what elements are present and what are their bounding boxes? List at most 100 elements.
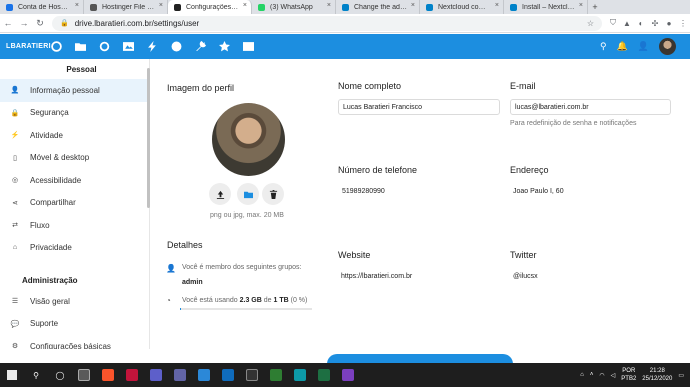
sidebar-item[interactable]: ⚡ Atividade	[0, 124, 149, 147]
sidebar-item-label: Segurança	[30, 108, 69, 118]
task-view-icon[interactable]: ◯	[48, 363, 72, 387]
sidebar-item-label: Atividade	[30, 130, 63, 140]
address-bar[interactable]: 🔒 drive.lbaratieri.com.br/settings/user …	[52, 15, 602, 31]
contacts-menu-icon[interactable]: 👤	[638, 41, 649, 52]
tab-title: Conta de Hospedagem	[18, 3, 71, 11]
browser-tab[interactable]: Conta de Hospedagem ×	[0, 0, 84, 14]
sidebar-item[interactable]: ▯ Móvel & desktop	[0, 147, 149, 170]
app-icon-blue[interactable]	[192, 363, 216, 387]
phone-value[interactable]: 51989280990	[342, 188, 385, 195]
close-tab-icon[interactable]: ×	[495, 2, 499, 9]
address-value[interactable]: Joao Paulo I, 60	[513, 188, 564, 195]
twitter-value[interactable]: @ilucsx	[513, 273, 538, 280]
sidebar-item-label: Visão geral	[30, 296, 70, 306]
app-icon-dark[interactable]	[240, 363, 264, 387]
choose-from-files-button[interactable]	[237, 183, 259, 205]
sidebar-item-label: Compartilhar	[30, 198, 76, 208]
tab-favicon-icon	[342, 4, 349, 11]
excel-icon[interactable]	[312, 363, 336, 387]
files-icon[interactable]	[68, 34, 92, 59]
contacts-icon[interactable]	[236, 34, 260, 59]
search-icon[interactable]: ⚲	[24, 363, 48, 387]
app-icon-green[interactable]	[264, 363, 288, 387]
browser-tab[interactable]: Hostinger File Manager ×	[84, 0, 168, 14]
browser-tab[interactable]: Change the address of ×	[336, 0, 420, 14]
file-explorer-icon[interactable]	[72, 363, 96, 387]
sidebar-item[interactable]: 💬 Suporte	[0, 313, 149, 336]
upload-picture-button[interactable]	[209, 183, 231, 205]
teams-icon[interactable]	[168, 363, 192, 387]
reload-icon[interactable]: ↻	[32, 18, 48, 29]
remove-picture-button[interactable]	[262, 183, 284, 205]
app-icon-purple-2[interactable]	[336, 363, 360, 387]
brave-icon[interactable]	[96, 363, 120, 387]
user-avatar[interactable]	[659, 38, 676, 55]
triangle-extension-icon[interactable]: ▲	[620, 19, 634, 28]
sidebar-item[interactable]: ◎ Acessibilidade	[0, 169, 149, 192]
sidebar-scrollbar[interactable]	[147, 68, 150, 208]
search-icon[interactable]: ⚲	[600, 41, 607, 52]
app-icon-purple[interactable]	[144, 363, 168, 387]
accessibility-icon: ◎	[11, 177, 19, 185]
admin-heading: Administração	[22, 275, 78, 285]
sidebar-item[interactable]: ⇄ Fluxo	[0, 214, 149, 237]
app-icon-red[interactable]	[120, 363, 144, 387]
new-tab-icon[interactable]: +	[588, 0, 602, 14]
email-input[interactable]: lucas@lbaratieri.com.br	[510, 99, 671, 115]
volume-icon[interactable]: ◁	[611, 372, 616, 379]
menu-icon[interactable]: ⋮	[676, 19, 690, 28]
logo[interactable]: LBARATIERI	[0, 43, 51, 50]
browser-tab[interactable]: Configurações - drive ×	[168, 0, 252, 14]
sidebar-item[interactable]: 🔒 Segurança	[0, 102, 149, 125]
sidebar-item[interactable]: ⌂ Privacidade	[0, 237, 149, 260]
windows-start-icon[interactable]	[0, 363, 24, 387]
website-value[interactable]: https://lbaratieri.com.br	[341, 273, 412, 280]
close-tab-icon[interactable]: ×	[159, 2, 163, 9]
talk-icon[interactable]	[92, 34, 116, 59]
tab-favicon-icon	[258, 4, 265, 11]
activity-icon[interactable]	[140, 34, 164, 59]
settings-content: Imagem do perfil png ou jpg, max. 20 MB …	[151, 59, 690, 370]
sidebar-item-label: Móvel & desktop	[30, 153, 90, 163]
details-label: Detalhes	[167, 240, 203, 250]
puzzle-icon[interactable]: ✣	[648, 19, 662, 28]
close-tab-icon[interactable]: ×	[579, 2, 583, 9]
sidebar-item[interactable]: ⋖ Compartilhar	[0, 192, 149, 215]
url-text: drive.lbaratieri.com.br/settings/user	[74, 18, 200, 28]
chevron-up-icon[interactable]: ˄	[590, 372, 594, 378]
favorites-icon[interactable]	[212, 34, 236, 59]
sidebar-item-label: Fluxo	[30, 220, 50, 230]
clock[interactable]: 21:28 25/12/2020	[642, 367, 672, 383]
notification-center-icon[interactable]: ▭	[678, 372, 684, 379]
fullname-input[interactable]: Lucas Baratieri Francisco	[338, 99, 500, 115]
close-tab-icon[interactable]: ×	[327, 2, 331, 9]
back-icon[interactable]: ←	[0, 18, 16, 28]
shield-extension-icon[interactable]: ⛉	[606, 18, 620, 28]
star-icon[interactable]: ☆	[587, 19, 594, 28]
extension-icon[interactable]: ◐	[634, 19, 648, 28]
browser-tab[interactable]: (3) WhatsApp ×	[252, 0, 336, 14]
browser-tab[interactable]: Install – Nextcloud ×	[504, 0, 588, 14]
close-tab-icon[interactable]: ×	[243, 2, 247, 9]
dashboard-icon[interactable]	[44, 34, 68, 59]
profile-icon[interactable]: ●	[662, 19, 676, 28]
forward-icon[interactable]: →	[16, 18, 32, 28]
sidebar-item[interactable]: ☰ Visão geral	[0, 290, 149, 313]
sidebar-item[interactable]: 👤 Informação pessoal	[0, 79, 149, 102]
circles-icon[interactable]	[164, 34, 188, 59]
photos-icon[interactable]	[116, 34, 140, 59]
header-right: ⚲ 🔔 👤	[600, 34, 676, 59]
fullname-label: Nome completo	[338, 81, 402, 91]
sidebar-item[interactable]: ⚙ Configurações básicas	[0, 335, 149, 349]
notifications-icon[interactable]: 🔔	[617, 41, 628, 52]
tray-icon[interactable]: ⌂	[580, 372, 584, 378]
close-tab-icon[interactable]: ×	[75, 2, 79, 9]
app-icon-teal[interactable]	[288, 363, 312, 387]
keyboard-layout[interactable]: POR PTB2	[621, 367, 636, 383]
browser-tab[interactable]: Nextcloud community ×	[420, 0, 504, 14]
tab-title: Hostinger File Manager	[102, 3, 155, 11]
close-tab-icon[interactable]: ×	[411, 2, 415, 9]
outlook-icon[interactable]	[216, 363, 240, 387]
settings-icon[interactable]	[188, 34, 212, 59]
wifi-icon[interactable]: ◠	[599, 372, 604, 379]
